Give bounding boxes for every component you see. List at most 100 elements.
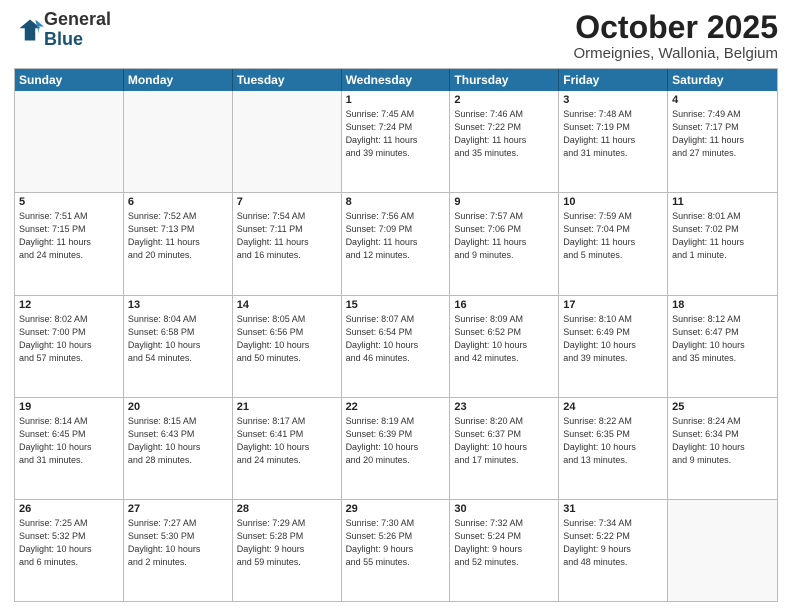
- day-cell-1: 1 Sunrise: 7:45 AM Sunset: 7:24 PM Daylig…: [342, 91, 451, 192]
- day-cell-20: 20Sunrise: 8:15 AM Sunset: 6:43 PM Dayli…: [124, 398, 233, 499]
- day-info: Sunrise: 7:34 AM Sunset: 5:22 PM Dayligh…: [563, 517, 663, 569]
- day-info: Sunrise: 7:45 AM Sunset: 7:24 PM Dayligh…: [346, 108, 446, 160]
- day-info: Sunrise: 7:51 AM Sunset: 7:15 PM Dayligh…: [19, 210, 119, 262]
- day-number: 14: [237, 299, 337, 311]
- day-cell-25: 25Sunrise: 8:24 AM Sunset: 6:34 PM Dayli…: [668, 398, 777, 499]
- calendar-week-1: 1 Sunrise: 7:45 AM Sunset: 7:24 PM Daylig…: [15, 91, 777, 192]
- day-cell-9: 9Sunrise: 7:57 AM Sunset: 7:06 PM Daylig…: [450, 193, 559, 294]
- day-number: 21: [237, 401, 337, 413]
- day-number: 6: [128, 196, 228, 208]
- title-area: October 2025 Ormeignies, Wallonia, Belgi…: [573, 10, 778, 62]
- day-info: Sunrise: 8:14 AM Sunset: 6:45 PM Dayligh…: [19, 415, 119, 467]
- day-cell-10: 10Sunrise: 7:59 AM Sunset: 7:04 PM Dayli…: [559, 193, 668, 294]
- day-number: 3: [563, 94, 663, 106]
- day-cell-15: 15 Sunrise: 8:07 AM Sunset: 6:54 PM Dayli…: [342, 296, 451, 397]
- day-cell-empty: [15, 91, 124, 192]
- day-info: Sunrise: 7:29 AM Sunset: 5:28 PM Dayligh…: [237, 517, 337, 569]
- day-number: 29: [346, 503, 446, 515]
- day-info: Sunrise: 7:56 AM Sunset: 7:09 PM Dayligh…: [346, 210, 446, 262]
- header: General Blue October 2025 Ormeignies, Wa…: [14, 10, 778, 62]
- day-number: 30: [454, 503, 554, 515]
- day-number: 24: [563, 401, 663, 413]
- day-number: 12: [19, 299, 119, 311]
- day-cell-22: 22Sunrise: 8:19 AM Sunset: 6:39 PM Dayli…: [342, 398, 451, 499]
- day-cell-31: 31Sunrise: 7:34 AM Sunset: 5:22 PM Dayli…: [559, 500, 668, 601]
- day-info: Sunrise: 7:54 AM Sunset: 7:11 PM Dayligh…: [237, 210, 337, 262]
- day-info: Sunrise: 7:49 AM Sunset: 7:17 PM Dayligh…: [672, 108, 773, 160]
- day-info: Sunrise: 8:15 AM Sunset: 6:43 PM Dayligh…: [128, 415, 228, 467]
- logo-general-text: General: [44, 9, 111, 29]
- day-cell-21: 21 Sunrise: 8:17 AM Sunset: 6:41 PM Dayli…: [233, 398, 342, 499]
- day-info: Sunrise: 7:27 AM Sunset: 5:30 PM Dayligh…: [128, 517, 228, 569]
- day-cell-empty: [233, 91, 342, 192]
- day-info: Sunrise: 8:22 AM Sunset: 6:35 PM Dayligh…: [563, 415, 663, 467]
- calendar-week-2: 5 Sunrise: 7:51 AM Sunset: 7:15 PM Daylig…: [15, 192, 777, 294]
- calendar-week-4: 19Sunrise: 8:14 AM Sunset: 6:45 PM Dayli…: [15, 397, 777, 499]
- day-cell-29: 29 Sunrise: 7:30 AM Sunset: 5:26 PM Dayli…: [342, 500, 451, 601]
- header-day-friday: Friday: [559, 69, 668, 91]
- header-day-tuesday: Tuesday: [233, 69, 342, 91]
- day-number: 1: [346, 94, 446, 106]
- header-day-wednesday: Wednesday: [342, 69, 451, 91]
- day-cell-13: 13Sunrise: 8:04 AM Sunset: 6:58 PM Dayli…: [124, 296, 233, 397]
- day-cell-6: 6 Sunrise: 7:52 AM Sunset: 7:13 PM Daylig…: [124, 193, 233, 294]
- day-info: Sunrise: 8:05 AM Sunset: 6:56 PM Dayligh…: [237, 313, 337, 365]
- day-cell-4: 4 Sunrise: 7:49 AM Sunset: 7:17 PM Daylig…: [668, 91, 777, 192]
- day-number: 4: [672, 94, 773, 106]
- day-number: 27: [128, 503, 228, 515]
- day-info: Sunrise: 8:02 AM Sunset: 7:00 PM Dayligh…: [19, 313, 119, 365]
- day-cell-2: 2 Sunrise: 7:46 AM Sunset: 7:22 PM Daylig…: [450, 91, 559, 192]
- day-number: 23: [454, 401, 554, 413]
- day-number: 10: [563, 196, 663, 208]
- day-cell-24: 24 Sunrise: 8:22 AM Sunset: 6:35 PM Dayli…: [559, 398, 668, 499]
- logo-area: General Blue: [14, 10, 111, 50]
- day-cell-5: 5 Sunrise: 7:51 AM Sunset: 7:15 PM Daylig…: [15, 193, 124, 294]
- day-info: Sunrise: 8:19 AM Sunset: 6:39 PM Dayligh…: [346, 415, 446, 467]
- day-info: Sunrise: 8:09 AM Sunset: 6:52 PM Dayligh…: [454, 313, 554, 365]
- page: General Blue October 2025 Ormeignies, Wa…: [0, 0, 792, 612]
- day-cell-11: 11 Sunrise: 8:01 AM Sunset: 7:02 PM Dayli…: [668, 193, 777, 294]
- day-number: 9: [454, 196, 554, 208]
- day-cell-3: 3 Sunrise: 7:48 AM Sunset: 7:19 PM Daylig…: [559, 91, 668, 192]
- day-number: 11: [672, 196, 773, 208]
- day-cell-18: 18 Sunrise: 8:12 AM Sunset: 6:47 PM Dayli…: [668, 296, 777, 397]
- day-cell-8: 8Sunrise: 7:56 AM Sunset: 7:09 PM Daylig…: [342, 193, 451, 294]
- day-cell-16: 16 Sunrise: 8:09 AM Sunset: 6:52 PM Dayli…: [450, 296, 559, 397]
- day-number: 2: [454, 94, 554, 106]
- logo-blue-text: Blue: [44, 29, 83, 49]
- day-info: Sunrise: 8:01 AM Sunset: 7:02 PM Dayligh…: [672, 210, 773, 262]
- day-cell-14: 14 Sunrise: 8:05 AM Sunset: 6:56 PM Dayli…: [233, 296, 342, 397]
- calendar-week-5: 26Sunrise: 7:25 AM Sunset: 5:32 PM Dayli…: [15, 499, 777, 601]
- day-cell-empty: [668, 500, 777, 601]
- calendar-body: 1 Sunrise: 7:45 AM Sunset: 7:24 PM Daylig…: [15, 91, 777, 601]
- day-cell-19: 19Sunrise: 8:14 AM Sunset: 6:45 PM Dayli…: [15, 398, 124, 499]
- day-info: Sunrise: 8:12 AM Sunset: 6:47 PM Dayligh…: [672, 313, 773, 365]
- day-info: Sunrise: 7:30 AM Sunset: 5:26 PM Dayligh…: [346, 517, 446, 569]
- day-info: Sunrise: 8:07 AM Sunset: 6:54 PM Dayligh…: [346, 313, 446, 365]
- logo-icon: [16, 16, 44, 44]
- day-info: Sunrise: 7:46 AM Sunset: 7:22 PM Dayligh…: [454, 108, 554, 160]
- day-info: Sunrise: 7:25 AM Sunset: 5:32 PM Dayligh…: [19, 517, 119, 569]
- header-day-thursday: Thursday: [450, 69, 559, 91]
- header-day-monday: Monday: [124, 69, 233, 91]
- day-info: Sunrise: 7:32 AM Sunset: 5:24 PM Dayligh…: [454, 517, 554, 569]
- header-day-sunday: Sunday: [15, 69, 124, 91]
- day-cell-empty: [124, 91, 233, 192]
- day-info: Sunrise: 8:04 AM Sunset: 6:58 PM Dayligh…: [128, 313, 228, 365]
- day-number: 16: [454, 299, 554, 311]
- day-number: 15: [346, 299, 446, 311]
- day-cell-28: 28Sunrise: 7:29 AM Sunset: 5:28 PM Dayli…: [233, 500, 342, 601]
- day-info: Sunrise: 8:20 AM Sunset: 6:37 PM Dayligh…: [454, 415, 554, 467]
- day-cell-27: 27 Sunrise: 7:27 AM Sunset: 5:30 PM Dayli…: [124, 500, 233, 601]
- day-number: 17: [563, 299, 663, 311]
- calendar-header-row: SundayMondayTuesdayWednesdayThursdayFrid…: [15, 69, 777, 91]
- day-number: 25: [672, 401, 773, 413]
- day-info: Sunrise: 8:17 AM Sunset: 6:41 PM Dayligh…: [237, 415, 337, 467]
- day-number: 18: [672, 299, 773, 311]
- day-info: Sunrise: 7:52 AM Sunset: 7:13 PM Dayligh…: [128, 210, 228, 262]
- day-info: Sunrise: 7:48 AM Sunset: 7:19 PM Dayligh…: [563, 108, 663, 160]
- calendar: SundayMondayTuesdayWednesdayThursdayFrid…: [14, 68, 778, 602]
- day-number: 5: [19, 196, 119, 208]
- day-number: 7: [237, 196, 337, 208]
- header-day-saturday: Saturday: [668, 69, 777, 91]
